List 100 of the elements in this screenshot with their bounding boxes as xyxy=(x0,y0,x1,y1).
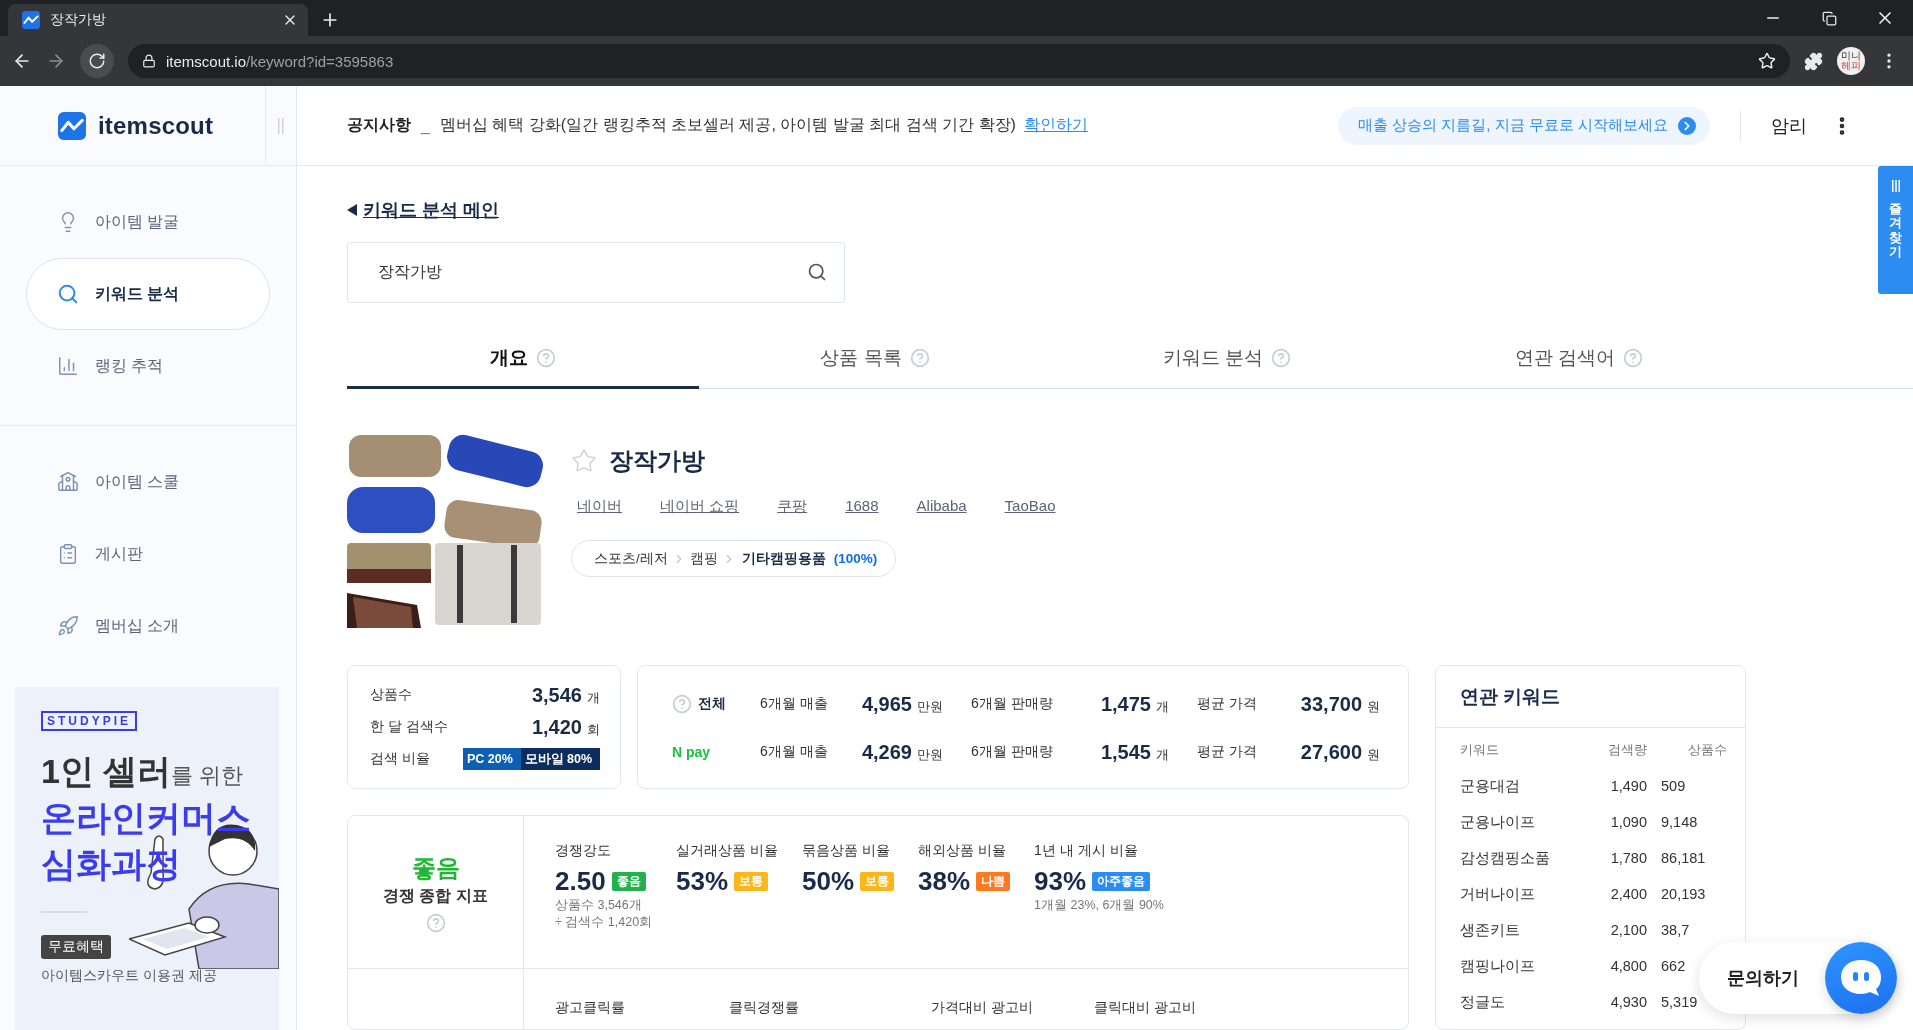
reload-button[interactable] xyxy=(80,44,114,78)
sidebar-item[interactable]: 게시판 xyxy=(26,518,270,590)
sidebar-item[interactable]: 아이템 발굴 xyxy=(26,186,270,258)
table-cell-text: 2,100 xyxy=(1609,922,1647,938)
notice-separator: _ xyxy=(421,116,430,135)
search-icon xyxy=(57,283,79,305)
stat-unit: 개 xyxy=(587,688,600,707)
sales-unit: 개 xyxy=(1156,697,1169,716)
table-cell-text: 4,800 xyxy=(1609,958,1647,974)
keyword-cell[interactable]: 정글도 xyxy=(1460,992,1567,1012)
metric-value: 53% xyxy=(676,866,729,897)
table-cell-text: 1,780 xyxy=(1609,850,1647,866)
column-header: 키워드 xyxy=(1460,741,1500,759)
sales-label: 6개월 매출 xyxy=(760,743,829,761)
keyword-cell[interactable]: 거버나이프 xyxy=(1460,884,1567,904)
stat-value: 3,546 xyxy=(531,683,582,707)
logo-icon xyxy=(22,11,40,29)
tab[interactable]: 상품 목록 xyxy=(699,329,1051,389)
school-icon xyxy=(57,471,79,493)
site-link[interactable]: 네이버 xyxy=(577,497,622,516)
sales-value: 1,545 xyxy=(1100,740,1151,764)
browser-tab[interactable]: 장작가방 xyxy=(8,4,308,36)
category-leaf: 기타캠핑용품 xyxy=(741,549,826,568)
grade-tag: 보통 xyxy=(734,872,769,891)
ad-badge: 무료혜택 xyxy=(41,935,111,959)
ad-caption: 아이템스카우트 이용권 제공 xyxy=(41,967,218,985)
favorite-star-icon[interactable] xyxy=(571,448,597,474)
sales-value: 33,700 xyxy=(1300,692,1362,716)
tab[interactable]: 연관 검색어 xyxy=(1403,329,1755,389)
metric-value: 2.50 xyxy=(555,866,606,897)
sales-unit: 개 xyxy=(1156,745,1169,764)
stat-label: 상품수 xyxy=(370,686,412,704)
table-cell-text: 2,400 xyxy=(1609,886,1647,902)
table-cell-text: 20,193 xyxy=(1660,886,1707,902)
chat-widget[interactable]: 문의하기 xyxy=(1699,942,1897,1014)
sidebar-item[interactable]: 키워드 분석 xyxy=(26,258,270,330)
puzzle-icon[interactable] xyxy=(1804,51,1823,71)
sales-scope: 전체 xyxy=(698,695,726,713)
sales-label: 6개월 판매량 xyxy=(970,743,1054,761)
metric-note: 상품수 3,546개 xyxy=(555,897,643,914)
search-field[interactable]: 장작가방 xyxy=(347,242,845,303)
overall-label: 경쟁 종합 지표 xyxy=(383,885,488,906)
back-link[interactable]: 키워드 분석 메인 xyxy=(347,198,499,222)
metric-value: 38% xyxy=(918,866,971,897)
sales-value: 1,475 xyxy=(1100,692,1151,716)
sales-unit: 만원 xyxy=(917,697,943,716)
sidebar-item[interactable]: 랭킹 추적 xyxy=(26,330,270,402)
site-link[interactable]: TaoBao xyxy=(1004,497,1056,516)
resize-handle-icon[interactable] xyxy=(277,117,285,134)
sidebar-item[interactable]: 멤버십 소개 xyxy=(26,590,270,662)
profile-avatar[interactable]: 미니 헤피 xyxy=(1837,47,1865,75)
restore-icon[interactable] xyxy=(1821,10,1837,26)
metric-label: 광고클릭률 xyxy=(555,999,626,1017)
category-share: (100%) xyxy=(833,551,878,566)
bookmark-star-icon[interactable] xyxy=(1758,52,1776,70)
logo-icon xyxy=(58,111,86,140)
address-bar[interactable]: itemscout.io/keyword?id=3595863 xyxy=(128,44,1790,78)
search-icon[interactable] xyxy=(807,262,827,282)
stat-label: 한 달 검색수 xyxy=(370,718,448,736)
table-cell-text: 4,930 xyxy=(1609,994,1647,1010)
metric-value: 93% xyxy=(1034,866,1087,897)
site-link[interactable]: Alibaba xyxy=(916,497,967,516)
metric-note: 1개월 23%, 6개월 90% xyxy=(1034,897,1164,914)
stat-unit: 회 xyxy=(587,720,600,739)
grade-tag: 나쁨 xyxy=(976,872,1011,891)
user-name[interactable]: 암리 xyxy=(1771,113,1807,138)
chat-button[interactable] xyxy=(1825,942,1897,1014)
sales-value: 27,600 xyxy=(1300,740,1362,764)
keyword-cell[interactable]: 생존키트 xyxy=(1460,920,1567,940)
sidebar-item[interactable]: 아이템 스쿨 xyxy=(26,446,270,518)
lock-icon xyxy=(142,54,156,68)
bar-chart-icon xyxy=(57,355,79,377)
url-text: itemscout.io/keyword?id=3595863 xyxy=(166,52,395,70)
sales-label: 평균 가격 xyxy=(1196,695,1258,713)
metric-label: 1년 내 게시 비율 xyxy=(1034,842,1139,860)
sales-scope: N pay xyxy=(672,744,711,760)
tab[interactable]: 키워드 분석 xyxy=(1051,329,1403,389)
pc-share-bar: PC 20% xyxy=(463,748,521,770)
table-cell-text: 662 xyxy=(1660,958,1687,974)
tab-title: 장작가방 xyxy=(50,11,107,29)
grade-tag: 아주좋음 xyxy=(1092,872,1151,891)
table-cell-text: 1,490 xyxy=(1609,778,1647,794)
notice-label: 공지사항 xyxy=(347,115,411,135)
keyword-cell[interactable]: 감성캠핑소품 xyxy=(1460,848,1567,868)
column-header: 검색량 xyxy=(1607,741,1647,759)
sales-value: 4,965 xyxy=(861,692,912,716)
sales-unit: 원 xyxy=(1367,745,1380,764)
site-link[interactable]: 쿠팡 xyxy=(777,497,808,516)
tab[interactable]: 개요 xyxy=(347,329,699,389)
chat-label: 문의하기 xyxy=(1727,967,1799,990)
metric-label: 해외상품 비율 xyxy=(918,842,1007,860)
notice-link[interactable]: 확인하기 xyxy=(1023,115,1088,136)
sales-unit: 만원 xyxy=(917,745,943,764)
keyword-cell[interactable]: 군용나이프 xyxy=(1460,812,1567,832)
reload-icon[interactable] xyxy=(88,52,106,70)
keyword-cell[interactable]: 군용대검 xyxy=(1460,776,1567,796)
site-link[interactable]: 1688 xyxy=(845,497,879,516)
site-link[interactable]: 네이버 쇼핑 xyxy=(660,497,740,516)
category-name: 캠핑 xyxy=(689,549,718,568)
keyword-cell[interactable]: 캠핑나이프 xyxy=(1460,956,1567,976)
